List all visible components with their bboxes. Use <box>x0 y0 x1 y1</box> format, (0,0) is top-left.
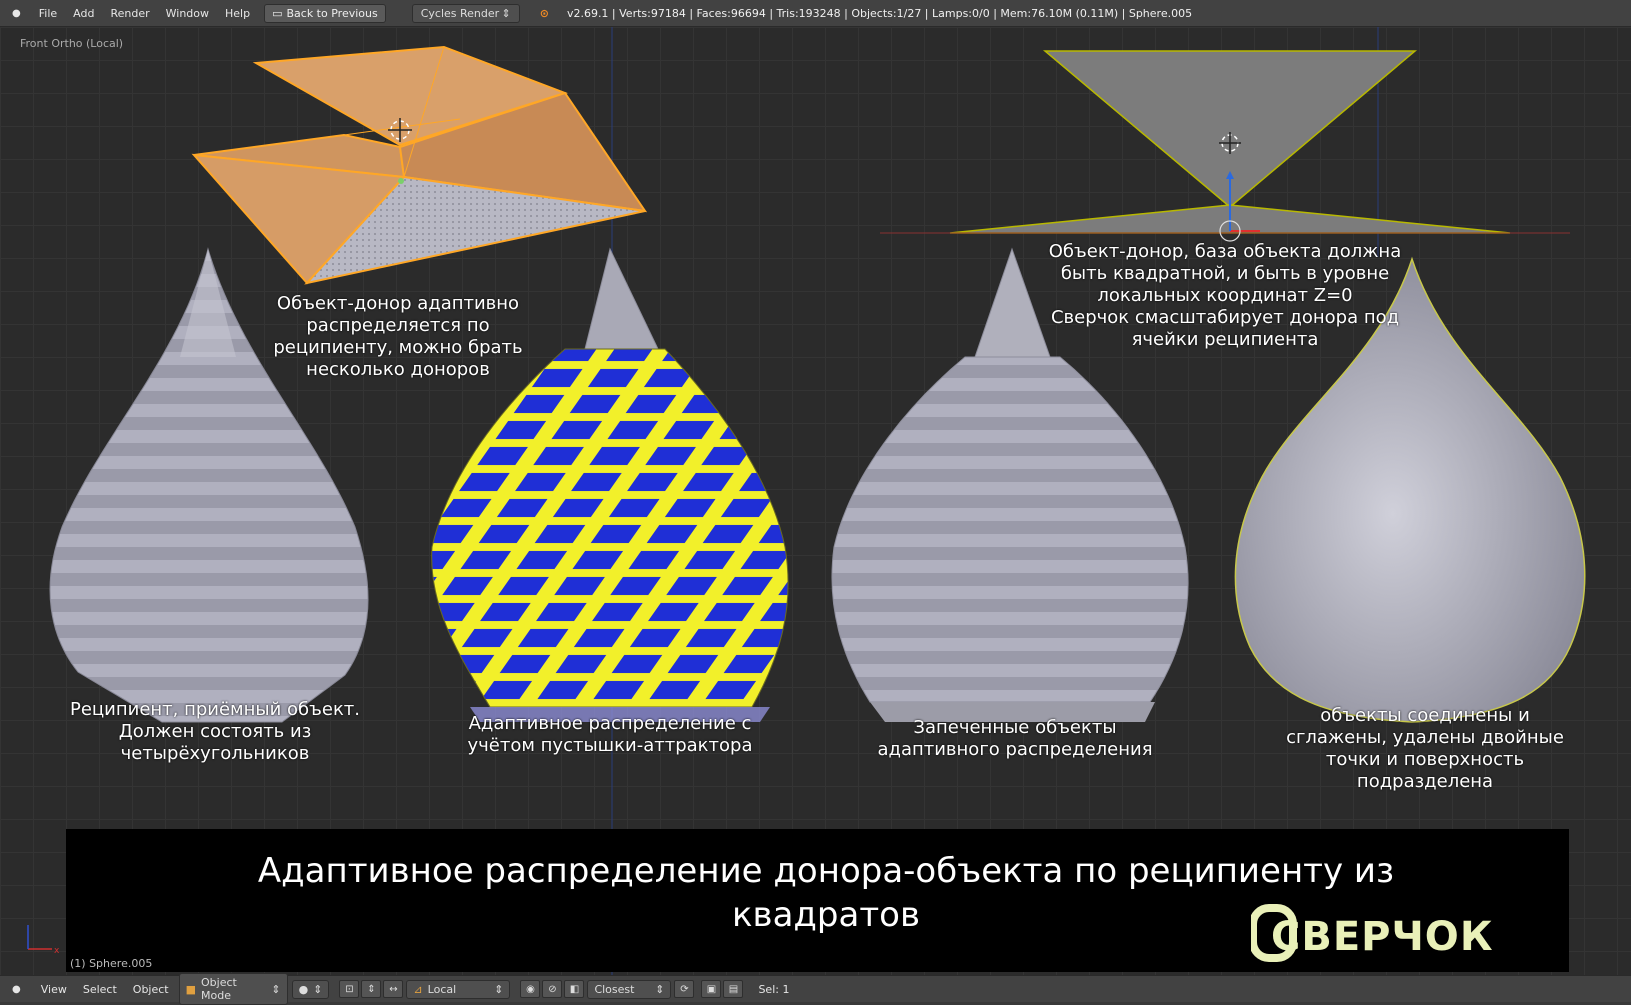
title-banner: Адаптивное распределение донора-объекта … <box>66 829 1569 972</box>
updown-arrow-icon: ⇕ <box>501 6 511 20</box>
donor-object-orange <box>191 45 648 285</box>
render-animation-icon[interactable]: ▤ <box>723 980 744 998</box>
screen-icon: ▭ <box>272 6 283 20</box>
svg-text:x: x <box>54 946 60 956</box>
menu-render[interactable]: Render <box>102 7 157 20</box>
updown-arrow-icon: ⇕ <box>494 982 504 996</box>
snap-icon[interactable]: ◧ <box>564 980 585 998</box>
orientation-value: Local <box>427 982 457 996</box>
sverchok-logo: СВЕРЧОК <box>1251 904 1494 962</box>
cube-icon: ■ <box>185 982 197 996</box>
selection-count: Sel: 1 <box>758 982 790 996</box>
menu-file[interactable]: File <box>31 7 65 20</box>
view3d-header: ● View Select Object ■ Object Mode ⇕ ● ⇕… <box>0 973 1631 1005</box>
manipulator-icon[interactable]: ⇕ <box>361 980 382 998</box>
snap-value: Closest <box>594 982 635 996</box>
donor-object-grey <box>880 50 1570 242</box>
menu-object[interactable]: Object <box>125 983 177 996</box>
sphere-shading-icon: ● <box>298 982 309 996</box>
caption-attractor: Адаптивное распределение с учётом пустыш… <box>467 713 753 756</box>
mode-value: Object Mode <box>201 976 237 1002</box>
axis-orientation-icon: ⊿ <box>413 982 423 996</box>
menu-view[interactable]: View <box>33 983 75 996</box>
shading-select[interactable]: ● ⇕ <box>291 979 330 999</box>
3d-viewport[interactable]: Front Ortho (Local) Объект-донор адаптив… <box>0 27 1631 975</box>
scene-stats: v2.69.1 | Verts:97184 | Faces:96694 | Tr… <box>566 6 1193 20</box>
render-engine-select[interactable]: Cycles Render ⇕ <box>411 3 520 23</box>
caption-donor-base: Объект-донор, база объекта должна быть к… <box>1048 241 1402 350</box>
editor-type-icon-bottom[interactable]: ● <box>12 984 21 995</box>
render-still-icon[interactable]: ▣ <box>701 980 722 998</box>
layers-icon[interactable]: ◉ <box>520 980 541 998</box>
mode-select[interactable]: ■ Object Mode ⇕ <box>178 973 288 1005</box>
updown-arrow-icon: ⇕ <box>313 982 323 996</box>
axis-gizmo: x <box>27 925 60 956</box>
updown-arrow-icon: ⇕ <box>655 982 665 996</box>
sverchok-logo-text: СВЕРЧОК <box>1271 914 1494 960</box>
updown-arrow-icon: ⇕ <box>271 982 281 996</box>
caption-joined: объекты соединены и сглажены, удалены дв… <box>1286 705 1564 792</box>
caption-baked: Запеченные объекты адаптивного распредел… <box>877 717 1153 760</box>
back-to-previous-label: Back to Previous <box>286 6 378 20</box>
editor-type-icon[interactable]: ● <box>12 8 21 19</box>
proportional-edit-icon[interactable]: ⊘ <box>542 980 563 998</box>
active-object-label: (1) Sphere.005 <box>70 957 153 970</box>
snap-element-select[interactable]: Closest ⇕ <box>587 979 672 999</box>
menu-help[interactable]: Help <box>217 7 258 20</box>
transform-orientation-select[interactable]: ⊿ Local ⇕ <box>406 979 511 999</box>
menu-select[interactable]: Select <box>75 983 125 996</box>
menu-add[interactable]: Add <box>65 7 102 20</box>
back-to-previous-button[interactable]: ▭ Back to Previous <box>264 3 386 23</box>
blender-logo-icon: ⊙ <box>539 6 549 20</box>
caption-donor-adaptive: Объект-донор адаптивно распределяется по… <box>273 293 523 380</box>
render-engine-value: Cycles Render <box>420 6 500 20</box>
menu-window[interactable]: Window <box>158 7 217 20</box>
snap-rotate-icon[interactable]: ⟳ <box>674 980 695 998</box>
info-header: ● File Add Render Window Help ▭ Back to … <box>0 0 1631 27</box>
translate-manipulator-icon[interactable]: ↔ <box>383 980 404 998</box>
pivot-point-icon[interactable]: ⊡ <box>339 980 360 998</box>
caption-recipient: Реципиент, приёмный объект. Должен состо… <box>69 699 361 764</box>
